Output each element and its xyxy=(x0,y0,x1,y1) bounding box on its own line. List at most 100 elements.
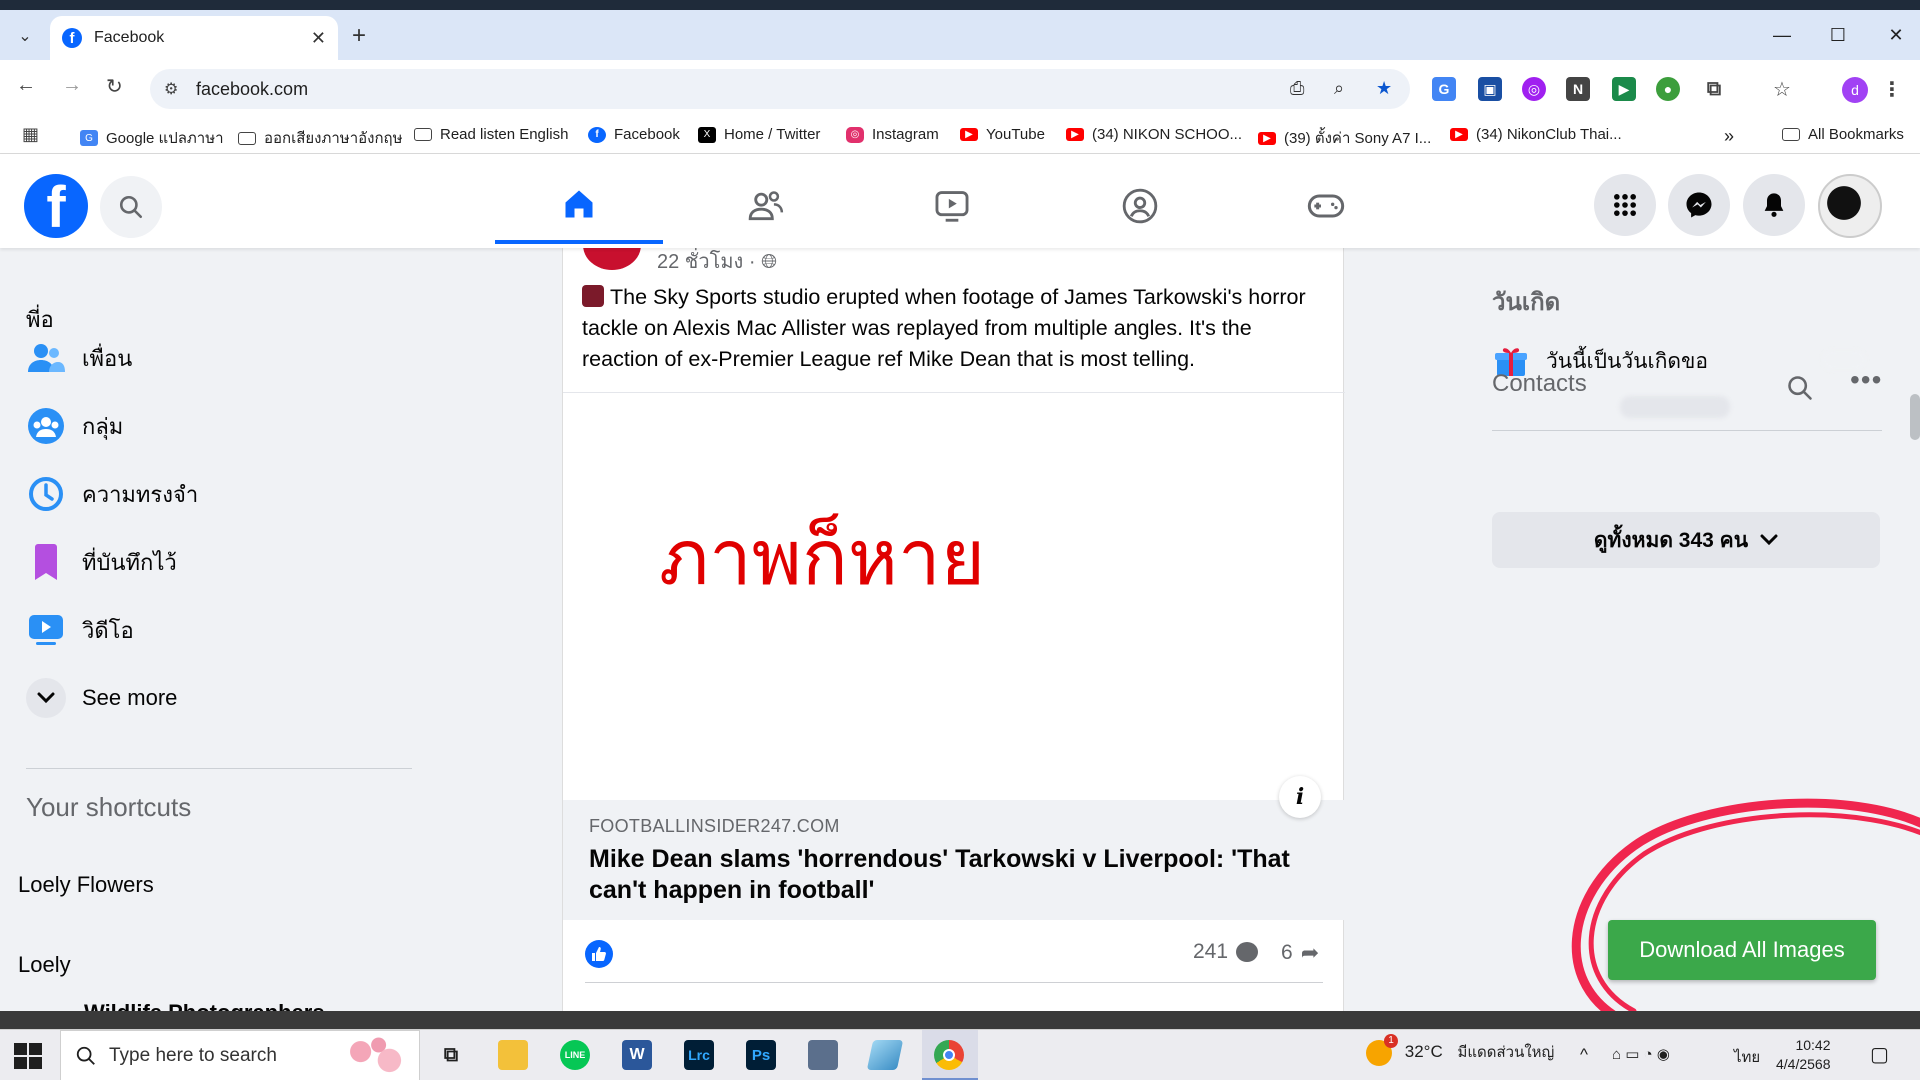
chrome-app-icon[interactable] xyxy=(934,1040,964,1070)
tab-watch[interactable] xyxy=(868,168,1036,244)
word-app-icon[interactable]: W xyxy=(622,1040,652,1070)
shortcut-item[interactable]: Wildlife Photographers xyxy=(84,1000,325,1011)
search-icon xyxy=(1788,376,1812,400)
right-divider xyxy=(1492,430,1882,431)
link-preview[interactable]: FOOTBALLINSIDER247.COM Mike Dean slams '… xyxy=(563,800,1345,920)
maximize-button[interactable]: ☐ xyxy=(1818,20,1858,50)
notification-center-icon[interactable]: ▢ xyxy=(1870,1042,1889,1067)
back-icon[interactable]: ← xyxy=(16,74,36,97)
messenger-button[interactable] xyxy=(1668,174,1730,236)
windows-start-icon[interactable] xyxy=(14,1043,42,1069)
google-translate-extension-icon[interactable]: G xyxy=(1432,77,1456,101)
tab-gaming[interactable] xyxy=(1242,168,1410,244)
chrome-profile-avatar[interactable]: d xyxy=(1842,77,1868,103)
sun-icon: 1 xyxy=(1366,1034,1398,1066)
sidebar-item-memories[interactable]: ความทรงจำ xyxy=(26,466,198,522)
zoom-icon[interactable]: ⌕ xyxy=(1334,78,1344,99)
bookmark-folder[interactable]: Read listen English xyxy=(414,126,568,143)
extension-globe-icon[interactable]: ● xyxy=(1656,77,1680,101)
see-more-button[interactable]: See more xyxy=(26,670,177,726)
bookmark-item[interactable]: f Facebook xyxy=(588,126,680,143)
browser-tab-facebook[interactable]: f Facebook ✕ xyxy=(50,16,338,60)
task-view-icon[interactable]: ⧉ xyxy=(436,1040,466,1070)
bookmark-star-icon[interactable]: ★ xyxy=(1376,78,1392,99)
comment-count[interactable]: 241 xyxy=(1193,940,1259,964)
chrome-menu-icon[interactable]: ⋮ xyxy=(1880,77,1904,101)
url-text[interactable]: facebook.com xyxy=(196,79,308,100)
extension-n-icon[interactable]: N xyxy=(1566,77,1590,101)
lightroom-classic-icon[interactable]: Lrc xyxy=(684,1040,714,1070)
site-info-icon[interactable]: ⚙ xyxy=(164,79,178,99)
close-tab-icon[interactable]: ✕ xyxy=(311,28,326,49)
extension-blue-icon[interactable]: ▣ xyxy=(1478,77,1502,101)
page-scrollbar[interactable] xyxy=(1910,394,1920,440)
tab-home[interactable] xyxy=(495,168,663,244)
install-app-icon[interactable]: ⎙ xyxy=(1290,78,1304,99)
see-all-contacts-button[interactable]: ดูทั้งหมด 343 คน xyxy=(1492,512,1880,568)
contacts-search-button[interactable] xyxy=(1786,374,1814,407)
bookmark-item[interactable]: ▶ YouTube xyxy=(960,126,1045,143)
calculator-icon[interactable] xyxy=(808,1040,838,1070)
tab-groups[interactable] xyxy=(1056,168,1224,244)
post-timestamp[interactable]: 22 ชั่วโมง · 🌐︎ xyxy=(657,248,777,277)
sidebar-item-friends[interactable]: เพื่อน xyxy=(26,330,132,386)
tab-friends[interactable] xyxy=(682,168,850,244)
menu-button[interactable] xyxy=(1594,174,1656,236)
notifications-button[interactable] xyxy=(1743,174,1805,236)
file-explorer-icon[interactable] xyxy=(498,1040,528,1070)
taskbar-search-box[interactable]: Type here to search xyxy=(60,1030,420,1080)
browser-title-bar: ⌄ f Facebook ✕ + — ☐ ✕ xyxy=(0,10,1920,60)
facebook-search-button[interactable] xyxy=(100,176,162,238)
sidebar-item-video[interactable]: วิดีโอ xyxy=(26,602,134,658)
shortcut-item[interactable]: Loely Flowers xyxy=(18,872,154,898)
forward-icon[interactable]: → xyxy=(62,74,82,97)
language-indicator[interactable]: ไทย xyxy=(1734,1045,1760,1069)
sidebar-item-saved[interactable]: ที่บันทึกไว้ xyxy=(26,534,177,590)
bookmark-item[interactable]: ▶ (34) NIKON SCHOO... xyxy=(1066,126,1242,143)
messenger-icon xyxy=(1686,192,1712,218)
bookmark-folder[interactable]: ออกเสียงภาษาอังกฤษ xyxy=(238,126,403,150)
folder-icon xyxy=(238,131,256,145)
download-all-images-button[interactable]: Download All Images xyxy=(1608,920,1876,980)
blue-app-icon[interactable] xyxy=(866,1040,904,1070)
line-app-icon[interactable]: LINE xyxy=(560,1040,590,1070)
info-icon[interactable]: i xyxy=(1279,776,1321,818)
address-bar[interactable]: ⚙ facebook.com ⎙ ⌕ ★ xyxy=(150,69,1410,109)
page-avatar[interactable] xyxy=(583,248,641,270)
show-hidden-icons[interactable]: ^ xyxy=(1580,1045,1588,1065)
taskbar-clock[interactable]: 10:42 4/4/2568 xyxy=(1776,1036,1831,1074)
shortcut-item[interactable]: Loely xyxy=(18,952,71,978)
friends-icon xyxy=(26,338,66,378)
extension-play-icon[interactable]: ▶ xyxy=(1612,77,1636,101)
photoshop-icon[interactable]: Ps xyxy=(746,1040,776,1070)
home-icon xyxy=(565,190,593,218)
link-title[interactable]: Mike Dean slams 'horrendous' Tarkowski v… xyxy=(589,844,1319,906)
share-count[interactable]: 6 ➦ xyxy=(1281,940,1319,966)
like-reaction-icon[interactable] xyxy=(585,940,613,968)
apps-grid-icon[interactable]: ▦ xyxy=(22,124,39,145)
extensions-puzzle-icon[interactable]: ⧉ xyxy=(1702,77,1726,101)
contacts-title: Contacts xyxy=(1492,370,1587,397)
bookmark-item[interactable]: G Google แปลภาษา xyxy=(80,126,224,150)
all-bookmarks-folder[interactable]: All Bookmarks xyxy=(1782,126,1904,143)
bookmark-item[interactable]: X Home / Twitter xyxy=(698,126,820,143)
more-bookmarks-icon[interactable]: » xyxy=(1724,126,1734,147)
facebook-logo-icon[interactable]: f xyxy=(24,174,88,238)
more-options-icon[interactable]: ••• xyxy=(1850,364,1882,396)
missing-image-annotation: ภาพก็หาย xyxy=(659,513,986,602)
bookmark-item[interactable]: ▶ (34) NikonClub Thai... xyxy=(1450,126,1622,143)
minimize-button[interactable]: — xyxy=(1762,20,1802,50)
bell-icon xyxy=(1764,193,1784,217)
sidebar-item-groups[interactable]: กลุ่ม xyxy=(26,398,123,454)
bookmark-item[interactable]: ◎ Instagram xyxy=(846,126,939,143)
reload-icon[interactable]: ↻ xyxy=(106,74,123,99)
extension-purple-icon[interactable]: ◎ xyxy=(1522,77,1546,101)
bookmark-item[interactable]: ▶ (39) ตั้งค่า Sony A7 I... xyxy=(1258,126,1431,150)
new-tab-button[interactable]: + xyxy=(352,24,366,48)
close-window-button[interactable]: ✕ xyxy=(1876,20,1916,50)
reading-list-icon[interactable]: ☆ xyxy=(1770,77,1794,101)
system-tray-icons[interactable]: ⌂ ▭ ◔ ◉ xyxy=(1612,1045,1670,1063)
weather-widget[interactable]: 1 32°C มีแดดส่วนใหญ่ xyxy=(1366,1034,1554,1066)
account-avatar[interactable] xyxy=(1818,174,1882,238)
tab-search-button[interactable]: ⌄ xyxy=(10,22,40,50)
